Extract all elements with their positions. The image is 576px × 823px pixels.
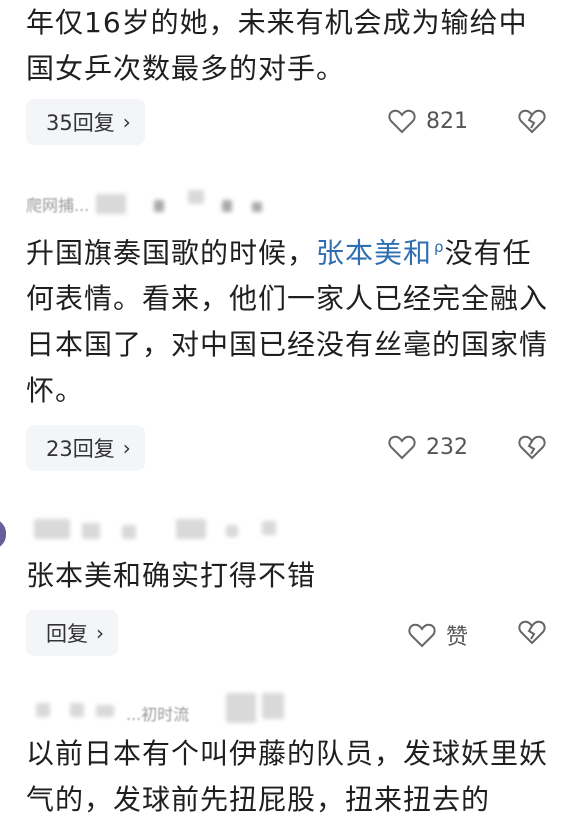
search-icon[interactable]: ρ bbox=[434, 238, 445, 256]
comment-text-part: 升国旗奏国歌的时候， bbox=[26, 236, 317, 270]
dislike-button[interactable] bbox=[518, 108, 546, 138]
blurred-name bbox=[252, 202, 262, 212]
comment-1: 年仅16岁的她，未来有机会成为输给中国女乒次数最多的对手。 35回复 › 821 bbox=[0, 0, 576, 160]
blurred-name bbox=[82, 523, 100, 539]
blurred-name bbox=[154, 200, 164, 212]
reply-label: 35回复 bbox=[46, 111, 115, 135]
chevron-right-icon: › bbox=[122, 436, 131, 460]
blurred-name bbox=[34, 519, 70, 539]
blurred-name bbox=[188, 190, 204, 204]
blurred-name bbox=[122, 525, 136, 539]
blurred-name bbox=[262, 521, 276, 535]
blurred-name bbox=[70, 703, 84, 717]
blurred-name bbox=[226, 525, 238, 537]
dislike-button[interactable] bbox=[518, 434, 546, 464]
reply-button[interactable]: 35回复 › bbox=[26, 99, 145, 145]
avatar[interactable] bbox=[0, 519, 6, 549]
comment-text: 张本美和确实打得不错 bbox=[26, 559, 317, 592]
username: 爬网捕... bbox=[26, 196, 90, 215]
like-count: 232 bbox=[426, 434, 468, 460]
mention-link[interactable]: 张本美和 bbox=[316, 236, 432, 269]
reply-label: 回复 bbox=[46, 622, 88, 646]
blurred-name bbox=[222, 200, 232, 212]
blurred-name bbox=[96, 705, 114, 717]
comment-2: 爬网捕... 升国旗奏国歌的时候，张本美和 ρ没有任何表情。看来，他们一家人已经完… bbox=[0, 180, 576, 490]
comment-text: 年仅16岁的她，未来有机会成为输给中国女乒次数最多的对手。 bbox=[26, 6, 528, 85]
chevron-right-icon: › bbox=[96, 621, 104, 645]
blurred-name bbox=[96, 194, 126, 214]
broken-heart-icon bbox=[518, 435, 546, 460]
heart-outline-icon bbox=[408, 623, 436, 648]
like-button[interactable]: 赞 bbox=[408, 619, 468, 651]
comment-4: ...初时流 以前日本有个叫伊藤的队员，发球妖里妖气的，发球前先扭屁股，扭来扭去… bbox=[0, 685, 576, 816]
username: ...初时流 bbox=[126, 705, 190, 724]
heart-outline-icon bbox=[388, 435, 416, 460]
blurred-name bbox=[176, 519, 206, 539]
username-row[interactable] bbox=[26, 515, 306, 543]
reply-label: 23回复 bbox=[46, 437, 115, 461]
broken-heart-icon bbox=[518, 109, 546, 134]
blurred-name bbox=[36, 703, 50, 717]
blurred-name bbox=[262, 693, 284, 719]
dislike-button[interactable] bbox=[518, 619, 546, 649]
chevron-right-icon: › bbox=[122, 110, 131, 134]
heart-outline-icon bbox=[388, 109, 416, 134]
comment-text: 升国旗奏国歌的时候，张本美和 ρ没有任何表情。看来，他们一家人已经完全融入日本国了… bbox=[26, 224, 556, 414]
like-button[interactable]: 821 bbox=[388, 108, 468, 134]
blurred-name bbox=[226, 693, 256, 723]
broken-heart-icon bbox=[518, 620, 546, 645]
comment-3: 张本美和确实打得不错 回复 › 赞 bbox=[0, 505, 576, 665]
like-label: 赞 bbox=[445, 625, 468, 650]
like-button[interactable]: 232 bbox=[388, 434, 468, 460]
reply-button[interactable]: 回复 › bbox=[26, 610, 118, 656]
username-row[interactable]: ...初时流 bbox=[26, 693, 286, 724]
like-count: 821 bbox=[426, 108, 468, 134]
comment-text: 以前日本有个叫伊藤的队员，发球妖里妖气的，发球前先扭屁股，扭来扭去的 bbox=[26, 737, 549, 816]
reply-button[interactable]: 23回复 › bbox=[26, 425, 145, 471]
username-row[interactable]: 爬网捕... bbox=[26, 188, 286, 216]
